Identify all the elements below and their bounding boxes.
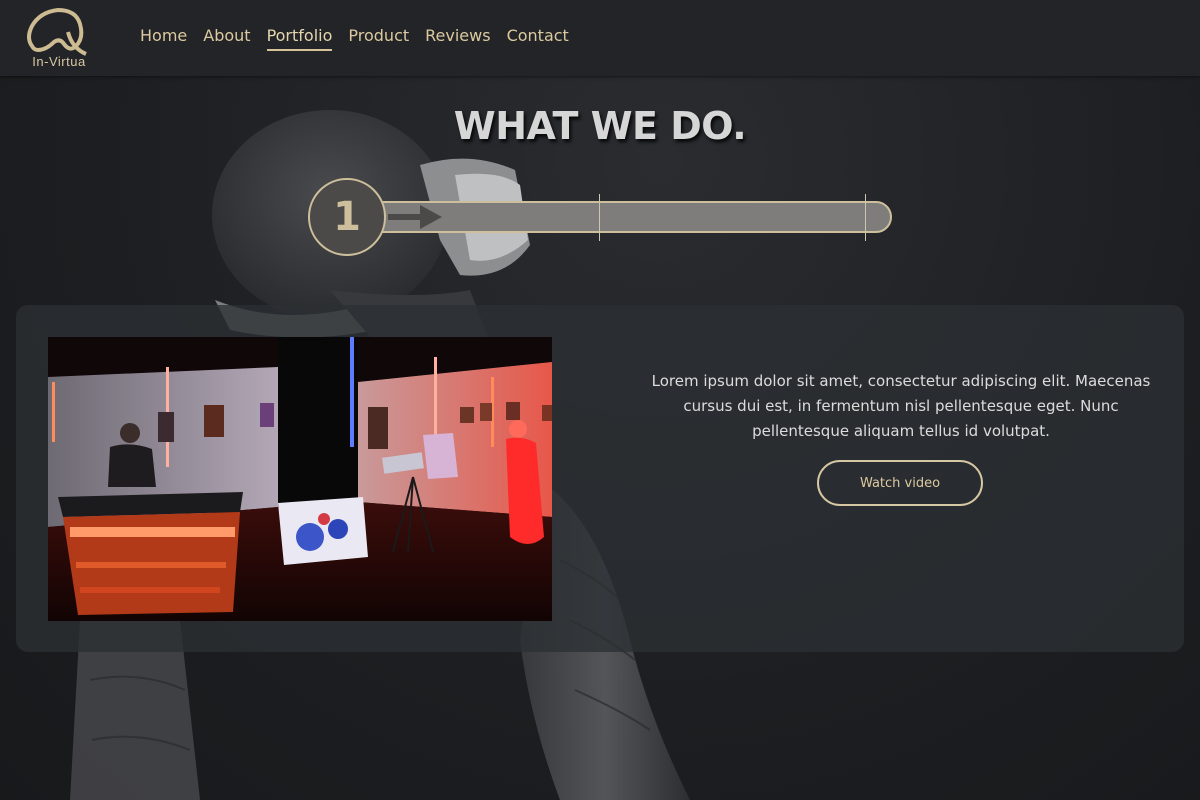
watch-video-button[interactable]: Watch video	[817, 460, 983, 506]
brand-name: In-Virtua	[32, 54, 86, 69]
arrow-right-icon	[388, 205, 442, 229]
nav-portfolio[interactable]: Portfolio	[266, 26, 333, 51]
nav-product[interactable]: Product	[348, 26, 409, 51]
nav-contact[interactable]: Contact	[507, 26, 569, 51]
main-nav: Home About Portfolio Product Reviews Con…	[140, 26, 569, 51]
feature-card: Lorem ipsum dolor sit amet, consectetur …	[16, 305, 1184, 652]
feature-description: Lorem ipsum dolor sit amet, consectetur …	[651, 372, 1151, 440]
progress-track	[368, 201, 892, 233]
step-marker-3[interactable]	[865, 194, 866, 241]
nav-about[interactable]: About	[203, 26, 250, 51]
gallery-scene-image	[48, 337, 552, 621]
nav-home[interactable]: Home	[140, 26, 187, 51]
section-title: WHAT WE DO.	[453, 104, 747, 148]
current-step-indicator: 1	[308, 178, 386, 256]
nav-reviews[interactable]: Reviews	[425, 26, 490, 51]
step-progress: 1	[308, 178, 898, 258]
site-header: In-Virtua Home About Portfolio Product R…	[0, 0, 1200, 76]
video-thumbnail[interactable]	[48, 337, 552, 621]
logo-mark-icon	[27, 8, 87, 56]
brand-logo[interactable]: In-Virtua	[18, 8, 96, 70]
step-marker-2[interactable]	[599, 194, 600, 241]
